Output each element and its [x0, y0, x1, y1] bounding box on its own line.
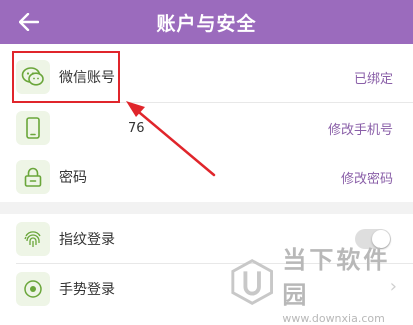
annotation-arrow	[126, 101, 216, 177]
